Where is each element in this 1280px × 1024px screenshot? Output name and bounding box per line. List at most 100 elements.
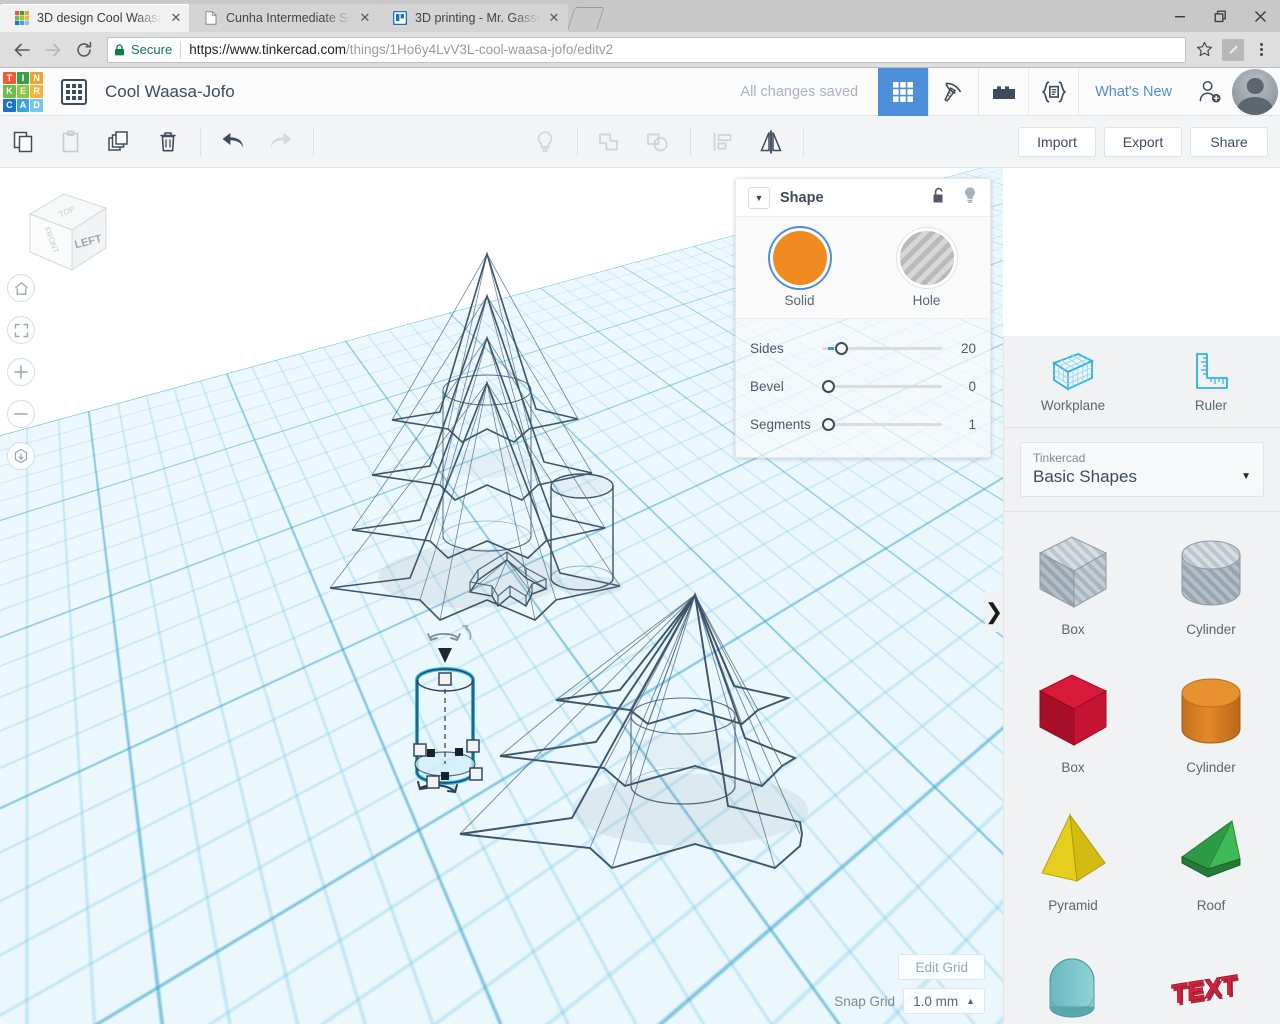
tree-hole-large[interactable] [459,592,808,870]
hole-swatch[interactable] [899,231,954,285]
address-bar[interactable]: Secure https://www.tinkercad.com/things/… [107,36,1186,63]
design-grid-icon[interactable] [878,67,929,116]
tab-close-button[interactable]: ✕ [357,10,373,26]
selected-cylinder[interactable] [413,625,483,794]
chevron-right-icon[interactable]: ❯ [985,592,1003,632]
slider-knob[interactable] [822,379,835,393]
shape-item-box[interactable]: Box [1004,650,1142,788]
shape-panel-header: ▼ Shape [736,179,990,217]
close-icon[interactable] [1240,0,1280,32]
page-title[interactable]: Cool Waasa-Jofo [105,82,235,102]
tab-title: Cunha Intermediate Sch [226,11,351,25]
add-user-icon[interactable] [1188,68,1232,116]
slider-track [822,422,942,426]
share-button[interactable]: Share [1190,126,1268,157]
restore-icon[interactable] [1200,0,1240,32]
bricks-icon[interactable] [978,67,1028,116]
sidebar-tool-ruler[interactable]: Ruler [1142,348,1280,413]
undo-icon[interactable] [209,116,257,168]
cylinder-hole-icon [1142,526,1280,622]
slider-knob[interactable] [822,417,835,431]
security-label: Secure [131,42,173,57]
shape-sliders-section: Sides 20 Bevel 0 Segments 1 [736,318,990,457]
browser-tab-2[interactable]: Cunha Intermediate Sch ✕ [189,4,379,32]
view-cube[interactable]: LEFT FRONT TOP [18,188,114,278]
shape-library-select[interactable]: Tinkercad Basic Shapes ▼ [1020,442,1264,497]
three-dot-menu-icon[interactable] [1250,38,1272,62]
shape-item-box-hole[interactable]: Box [1004,512,1142,650]
3d-viewport[interactable]: LEFT FRONT TOP ▼ Shape Solid Hole Sides … [0,168,1003,1024]
segments-slider[interactable] [822,417,942,431]
shape-item-round-roof[interactable]: Round Roof [1004,926,1142,1024]
bevel-slider[interactable] [822,379,942,393]
gallery-grid-icon[interactable] [61,78,87,105]
chevron-down-icon[interactable]: ▼ [748,186,770,209]
snap-grid-select[interactable]: 1.0 mm ▲ [903,988,985,1014]
tab-close-button[interactable]: ✕ [546,10,562,26]
pyramid-icon [1004,802,1142,898]
hole-option[interactable]: Hole [877,231,977,308]
segments-value: 1 [968,416,976,432]
shape-item-roof[interactable]: Roof [1142,788,1280,926]
bevel-value: 0 [968,378,976,394]
tab-close-button[interactable]: ✕ [168,10,184,26]
star-icon[interactable] [1192,38,1216,62]
shape-item-cylinder-hole[interactable]: Cylinder [1142,512,1280,650]
shape-type-section: Solid Hole [736,217,990,318]
logo-letter: C [3,98,16,112]
shape-properties-panel[interactable]: ▼ Shape Solid Hole Sides 20 Bevel 0 Segm… [735,178,991,458]
paste-icon [48,116,96,168]
tab-title: 3D design Cool Waasa-J [37,11,162,25]
import-button[interactable]: Import [1018,126,1096,157]
unlock-icon[interactable] [931,187,946,209]
extension-icon[interactable] [1222,38,1244,61]
chevron-down-icon[interactable]: ▼ [1241,471,1251,487]
shape-item-cylinder[interactable]: Cylinder [1142,650,1280,788]
solid-option[interactable]: Solid [750,231,850,308]
minimize-icon[interactable] [1160,0,1200,32]
tinkercad-logo[interactable]: T I N K E R C A D [0,69,46,115]
shape-item-label: Box [1061,621,1085,637]
box-icon [1004,664,1142,760]
sidebar-tool-workplane[interactable]: Workplane [1004,348,1142,413]
mirror-icon[interactable] [747,116,795,168]
fit-to-view-icon[interactable] [7,316,35,344]
ruler-icon [1142,348,1280,396]
avatar[interactable] [1232,68,1278,115]
slider-knob[interactable] [835,341,848,355]
zoom-out-icon[interactable] [7,400,35,428]
shape-item-pyramid[interactable]: Pyramid [1004,788,1142,926]
new-tab-button[interactable] [567,7,605,29]
forward-arrow-icon [39,36,67,64]
toolbar-mid-group [521,116,812,168]
shapes-sidebar: Workplane Ruler Tinkercad Basic Shapes ▼… [1003,336,1280,1024]
light-bulb-icon[interactable] [962,186,978,209]
reload-icon[interactable] [70,36,98,64]
export-button[interactable]: Export [1104,126,1182,157]
logo-letter: D [30,98,43,112]
edit-grid-button[interactable]: Edit Grid [898,954,985,980]
app-header: T I N K E R C A D Cool Waasa-Jofo All ch… [0,67,1280,116]
duplicate-icon[interactable] [96,116,144,168]
tree-hole-small[interactable] [329,251,621,621]
sides-slider[interactable] [822,341,942,355]
codeblocks-icon[interactable] [1028,67,1078,116]
zoom-in-icon[interactable] [7,358,35,386]
toolbar-divider [802,126,804,157]
perspective-toggle-icon[interactable] [7,442,35,470]
slider-row-bevel: Bevel 0 [736,367,990,405]
sides-value: 20 [960,340,976,356]
solid-swatch[interactable] [772,231,827,285]
shape-item-text[interactable]: TEXT TEXT TEXT Text [1142,926,1280,1024]
shape-type-swatches: Solid Hole [736,231,990,308]
copy-icon[interactable] [0,116,48,168]
home-view-icon[interactable] [7,274,35,302]
browser-tab-1[interactable]: 3D design Cool Waasa-J ✕ [0,4,190,32]
whats-new-link[interactable]: What's New [1078,67,1188,116]
slider-track [822,384,942,388]
browser-tab-3[interactable]: 3D printing - Mr. Gasser ✕ [378,4,568,32]
back-arrow-icon[interactable] [8,36,36,64]
shape-list: Box Cylinder Box Cylinder Pyramid Roof T… [1004,512,1280,1024]
delete-trash-icon[interactable] [144,116,192,168]
pickaxe-icon[interactable] [928,67,978,116]
